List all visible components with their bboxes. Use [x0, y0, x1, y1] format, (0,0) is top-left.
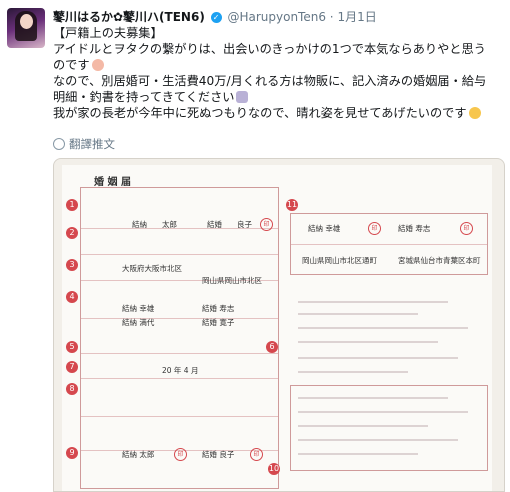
seal-icon: 印 — [260, 218, 273, 231]
display-name[interactable]: 鼕川はるか✿鼕川ハ(TEN6) — [53, 10, 205, 24]
form-marker: 1 — [66, 199, 78, 211]
tweet-line-with-emoji: 我が家の長老が今年中に死ぬつもりなので、晴れ姿を見せてあげたいのです — [53, 105, 503, 121]
form-note-line — [298, 439, 458, 441]
form-note-line — [298, 327, 468, 329]
form-note-line — [298, 425, 428, 427]
tweet-line: アイドルとヲタクの繋がりは、出会いのきっかけの1つで本気ならありやと思う — [53, 42, 486, 56]
seal-icon: 印 — [368, 222, 381, 235]
witness-2-name: 結婚 寿志 — [398, 224, 431, 233]
form-note-line — [298, 397, 448, 399]
form-row-line — [81, 254, 278, 255]
form-marker: 11 — [286, 199, 298, 211]
form-note-line — [298, 357, 458, 359]
form-row-line — [81, 353, 278, 354]
tweet-line: なので、別居婚可・生活費40万/月くれる方は物販に、記入済みの婚姻届・給与 — [53, 74, 487, 88]
form-row-line — [81, 416, 278, 417]
form-row-line — [81, 378, 278, 379]
user-handle[interactable]: @HarupyonTen6 — [227, 10, 326, 24]
form-marker: 8 — [66, 383, 78, 395]
tweet-line: 我が家の長老が今年中に死ぬつもりなので、晴れ姿を見せてあげたいのです — [53, 106, 467, 120]
husband-family-name: 結納 — [132, 220, 147, 229]
husband-mother: 結納 満代 — [122, 318, 155, 327]
tweet-photo[interactable]: 婚 姻 届 結納 太郎 結婚 良子 大阪府大阪市北区 岡山県岡山市北区 結納 幸… — [53, 158, 505, 492]
seal-icon: 印 — [174, 448, 187, 461]
form-date: 20 年 4 月 — [162, 366, 199, 375]
form-marker: 7 — [66, 361, 78, 373]
husband-father: 結納 幸雄 — [122, 304, 155, 313]
form-row-line — [291, 244, 487, 245]
tweet-line: のです — [53, 58, 90, 72]
wife-father: 結婚 寿志 — [202, 304, 235, 313]
tweet-line: 明細・釣書を持ってきてください — [53, 90, 235, 104]
form-note-line — [298, 301, 448, 303]
tweet-line-with-emoji: 明細・釣書を持ってきてください — [53, 89, 503, 105]
hands-emoji-icon — [91, 59, 104, 71]
witness-1-address: 岡山県岡山市北区通町 — [302, 256, 377, 265]
husband-given-name: 太郎 — [162, 220, 177, 229]
form-marker: 2 — [66, 227, 78, 239]
marriage-registration-form: 婚 姻 届 結納 太郎 結婚 良子 大阪府大阪市北区 岡山県岡山市北区 結納 幸… — [62, 165, 492, 491]
tweet-date[interactable]: 1月1日 — [337, 10, 376, 24]
husband-signature: 結納 太郎 — [122, 450, 155, 459]
form-row-line — [81, 318, 278, 319]
wife-signature: 結婚 良子 — [202, 450, 235, 459]
form-note-line — [298, 341, 438, 343]
avatar[interactable] — [7, 8, 45, 48]
form-note-line — [298, 313, 418, 315]
separator-dot: · — [329, 10, 334, 24]
translate-label: 翻譯推文 — [69, 137, 115, 151]
tweet-line-with-emoji: のです — [53, 57, 503, 73]
tweet-text: 【戸籍上の夫募集】 アイドルとヲタクの繋がりは、出会いのきっかけの1つで本気なら… — [53, 25, 503, 121]
form-note-line — [298, 453, 418, 455]
verified-icon: ✓ — [210, 12, 222, 23]
form-marker: 10 — [268, 463, 280, 475]
form-note-line — [298, 411, 468, 413]
wife-given-name: 良子 — [237, 220, 252, 229]
seal-icon: 印 — [460, 222, 473, 235]
form-note-line — [298, 371, 408, 373]
form-left-panel — [80, 187, 279, 489]
wife-mother: 結婚 寛子 — [202, 318, 235, 327]
witness-1-name: 結納 幸雄 — [308, 224, 341, 233]
smile-emoji-icon — [468, 107, 481, 119]
address-1: 大阪府大阪市北区 — [122, 264, 182, 273]
form-marker: 6 — [266, 341, 278, 353]
avatar-face — [20, 14, 33, 29]
rabbit-emoji-icon — [236, 91, 249, 103]
witness-2-address: 宮城県仙台市青葉区本町 — [398, 256, 481, 265]
seal-icon: 印 — [250, 448, 263, 461]
globe-icon — [53, 138, 65, 150]
tweet-header: 鼕川はるか✿鼕川ハ(TEN6) ✓ @HarupyonTen6 · 1月1日 — [53, 8, 377, 25]
address-2: 岡山県岡山市北区 — [202, 276, 262, 285]
translate-tweet-link[interactable]: 翻譯推文 — [53, 136, 115, 152]
form-marker: 5 — [66, 341, 78, 353]
form-marker: 3 — [66, 259, 78, 271]
tweet-line: 【戸籍上の夫募集】 — [53, 26, 163, 40]
wife-family-name: 結婚 — [207, 220, 222, 229]
form-marker: 9 — [66, 447, 78, 459]
form-title: 婚 姻 届 — [94, 177, 131, 188]
form-marker: 4 — [66, 291, 78, 303]
